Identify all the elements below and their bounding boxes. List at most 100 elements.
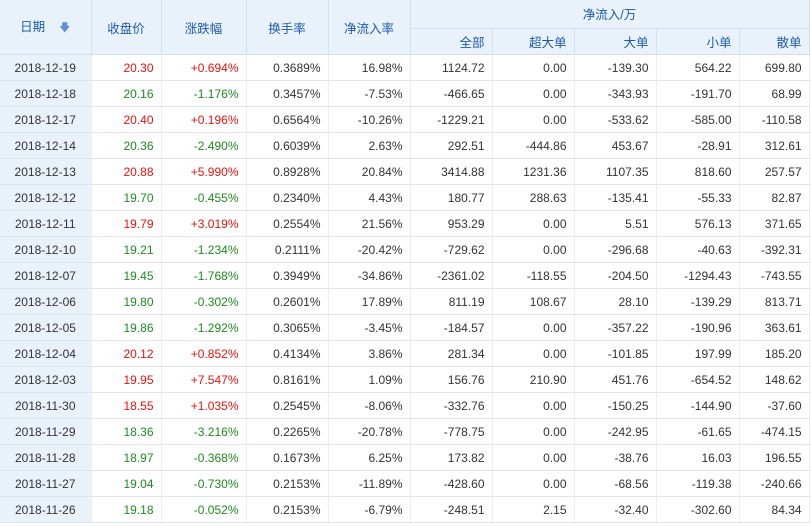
date-cell: 2018-12-17 [0,106,92,133]
date-cell: 2018-12-18 [0,80,92,107]
change-cell: -1.292% [161,314,247,341]
net-inflow-large-cell: 28.10 [574,288,657,315]
header-close[interactable]: 收盘价 [91,0,162,55]
close-cell: 19.04 [91,470,162,497]
date-cell: 2018-12-11 [0,210,92,237]
table-row: 2018-12-06 19.80 -0.302% 0.2601% 17.89% 811.1… [0,288,810,315]
close-cell: 19.86 [91,314,162,341]
net-inflow-all-cell: -729.62 [410,236,493,263]
change-cell: +3.019% [161,210,247,237]
net-inflow-large-cell: -204.50 [574,262,657,289]
close-cell: 19.95 [91,366,162,393]
net-inflow-xlarge-cell: 0.00 [492,418,575,445]
net-inflow-all-cell: 173.82 [410,444,493,471]
header-change[interactable]: 涨跌幅 [161,0,247,55]
header-turnover[interactable]: 换手率 [246,0,329,55]
change-cell: +0.852% [161,340,247,367]
net-inflow-small-cell: 576.13 [656,210,740,237]
net-inflow-small-cell: -144.90 [656,392,740,419]
net-inflow-xlarge-cell: 0.00 [492,392,575,419]
change-cell: -1.768% [161,262,247,289]
close-cell: 18.36 [91,418,162,445]
net-inflow-rate-cell: 6.25% [328,444,411,471]
net-inflow-rate-cell: -7.53% [328,80,411,107]
header-small[interactable]: 小单 [656,28,740,55]
net-inflow-large-cell: -242.95 [574,418,657,445]
net-inflow-large-cell: -343.93 [574,80,657,107]
header-all[interactable]: 全部 [410,28,493,55]
net-inflow-xlarge-cell: 1231.36 [492,158,575,185]
net-inflow-all-cell: -248.51 [410,496,493,523]
net-inflow-retail-cell: 371.65 [739,210,810,237]
table-body: 2018-12-19 20.30 +0.694% 0.3689% 16.98% 1124.… [0,54,810,523]
net-inflow-all-cell: -2361.02 [410,262,493,289]
table-row: 2018-11-27 19.04 -0.730% 0.2153% -11.89% -428… [0,470,810,497]
header-net-inflow-group: 净流入/万 [410,0,810,29]
net-inflow-large-cell: -296.68 [574,236,657,263]
net-inflow-retail-cell: -743.55 [739,262,810,289]
net-inflow-rate-cell: -10.26% [328,106,411,133]
net-inflow-large-cell: -38.76 [574,444,657,471]
net-inflow-xlarge-cell: 0.00 [492,54,575,81]
date-cell: 2018-12-13 [0,158,92,185]
table-row: 2018-11-29 18.36 -3.216% 0.2265% -20.78% -778… [0,418,810,445]
net-inflow-all-cell: 292.51 [410,132,493,159]
turnover-cell: 0.2111% [246,236,329,263]
net-inflow-retail-cell: -110.58 [739,106,810,133]
close-cell: 19.79 [91,210,162,237]
net-inflow-rate-cell: -20.42% [328,236,411,263]
net-inflow-retail-cell: 363.61 [739,314,810,341]
net-inflow-small-cell: -191.70 [656,80,740,107]
net-inflow-retail-cell: -37.60 [739,392,810,419]
header-retail[interactable]: 散单 [739,28,810,55]
table-row: 2018-12-12 19.70 -0.455% 0.2340% 4.43% 180.77… [0,184,810,211]
net-inflow-xlarge-cell: 0.00 [492,210,575,237]
change-cell: -1.234% [161,236,247,263]
net-inflow-large-cell: -68.56 [574,470,657,497]
turnover-cell: 0.6039% [246,132,329,159]
turnover-cell: 0.3689% [246,54,329,81]
net-inflow-xlarge-cell: 108.67 [492,288,575,315]
date-cell: 2018-12-14 [0,132,92,159]
net-inflow-large-cell: -135.41 [574,184,657,211]
table-row: 2018-12-05 19.86 -1.292% 0.3065% -3.45% -184.… [0,314,810,341]
change-cell: -0.052% [161,496,247,523]
net-inflow-small-cell: -139.29 [656,288,740,315]
net-inflow-small-cell: -190.96 [656,314,740,341]
net-inflow-all-cell: -1229.21 [410,106,493,133]
header-net-inflow-rate[interactable]: 净流入率 [328,0,411,55]
net-inflow-large-cell: -32.40 [574,496,657,523]
date-cell: 2018-12-19 [0,54,92,81]
net-inflow-retail-cell: 84.34 [739,496,810,523]
header-xlarge[interactable]: 超大单 [492,28,575,55]
net-inflow-all-cell: 281.34 [410,340,493,367]
net-inflow-rate-cell: 20.84% [328,158,411,185]
header-large[interactable]: 大单 [574,28,657,55]
arrow-down-icon[interactable]: 🡇 [59,19,70,38]
table-row: 2018-12-07 19.45 -1.768% 0.3949% -34.86% -236… [0,262,810,289]
net-inflow-retail-cell: -474.15 [739,418,810,445]
net-inflow-small-cell: 16.03 [656,444,740,471]
net-inflow-rate-cell: -11.89% [328,470,411,497]
change-cell: +1.035% [161,392,247,419]
date-cell: 2018-11-29 [0,418,92,445]
date-cell: 2018-11-26 [0,496,92,523]
net-inflow-rate-cell: 16.98% [328,54,411,81]
table-row: 2018-11-30 18.55 +1.035% 0.2545% -8.06% -332.… [0,392,810,419]
turnover-cell: 0.2545% [246,392,329,419]
net-inflow-xlarge-cell: 210.90 [492,366,575,393]
close-cell: 20.36 [91,132,162,159]
change-cell: +0.196% [161,106,247,133]
net-inflow-small-cell: -1294.43 [656,262,740,289]
close-cell: 20.88 [91,158,162,185]
net-inflow-rate-cell: -34.86% [328,262,411,289]
table-header: 日期 🡇 收盘价 涨跌幅 换手率 净流入率 净流入/万 全部 超大单 大单 小单 … [0,0,810,55]
header-date[interactable]: 日期 🡇 [0,0,92,55]
net-inflow-small-cell: 564.22 [656,54,740,81]
turnover-cell: 0.3457% [246,80,329,107]
net-inflow-all-cell: 3414.88 [410,158,493,185]
table-row: 2018-11-28 18.97 -0.368% 0.1673% 6.25% 173.82… [0,444,810,471]
date-cell: 2018-12-04 [0,340,92,367]
date-cell: 2018-11-27 [0,470,92,497]
table-row: 2018-12-13 20.88 +5.990% 0.8928% 20.84% 3414.… [0,158,810,185]
